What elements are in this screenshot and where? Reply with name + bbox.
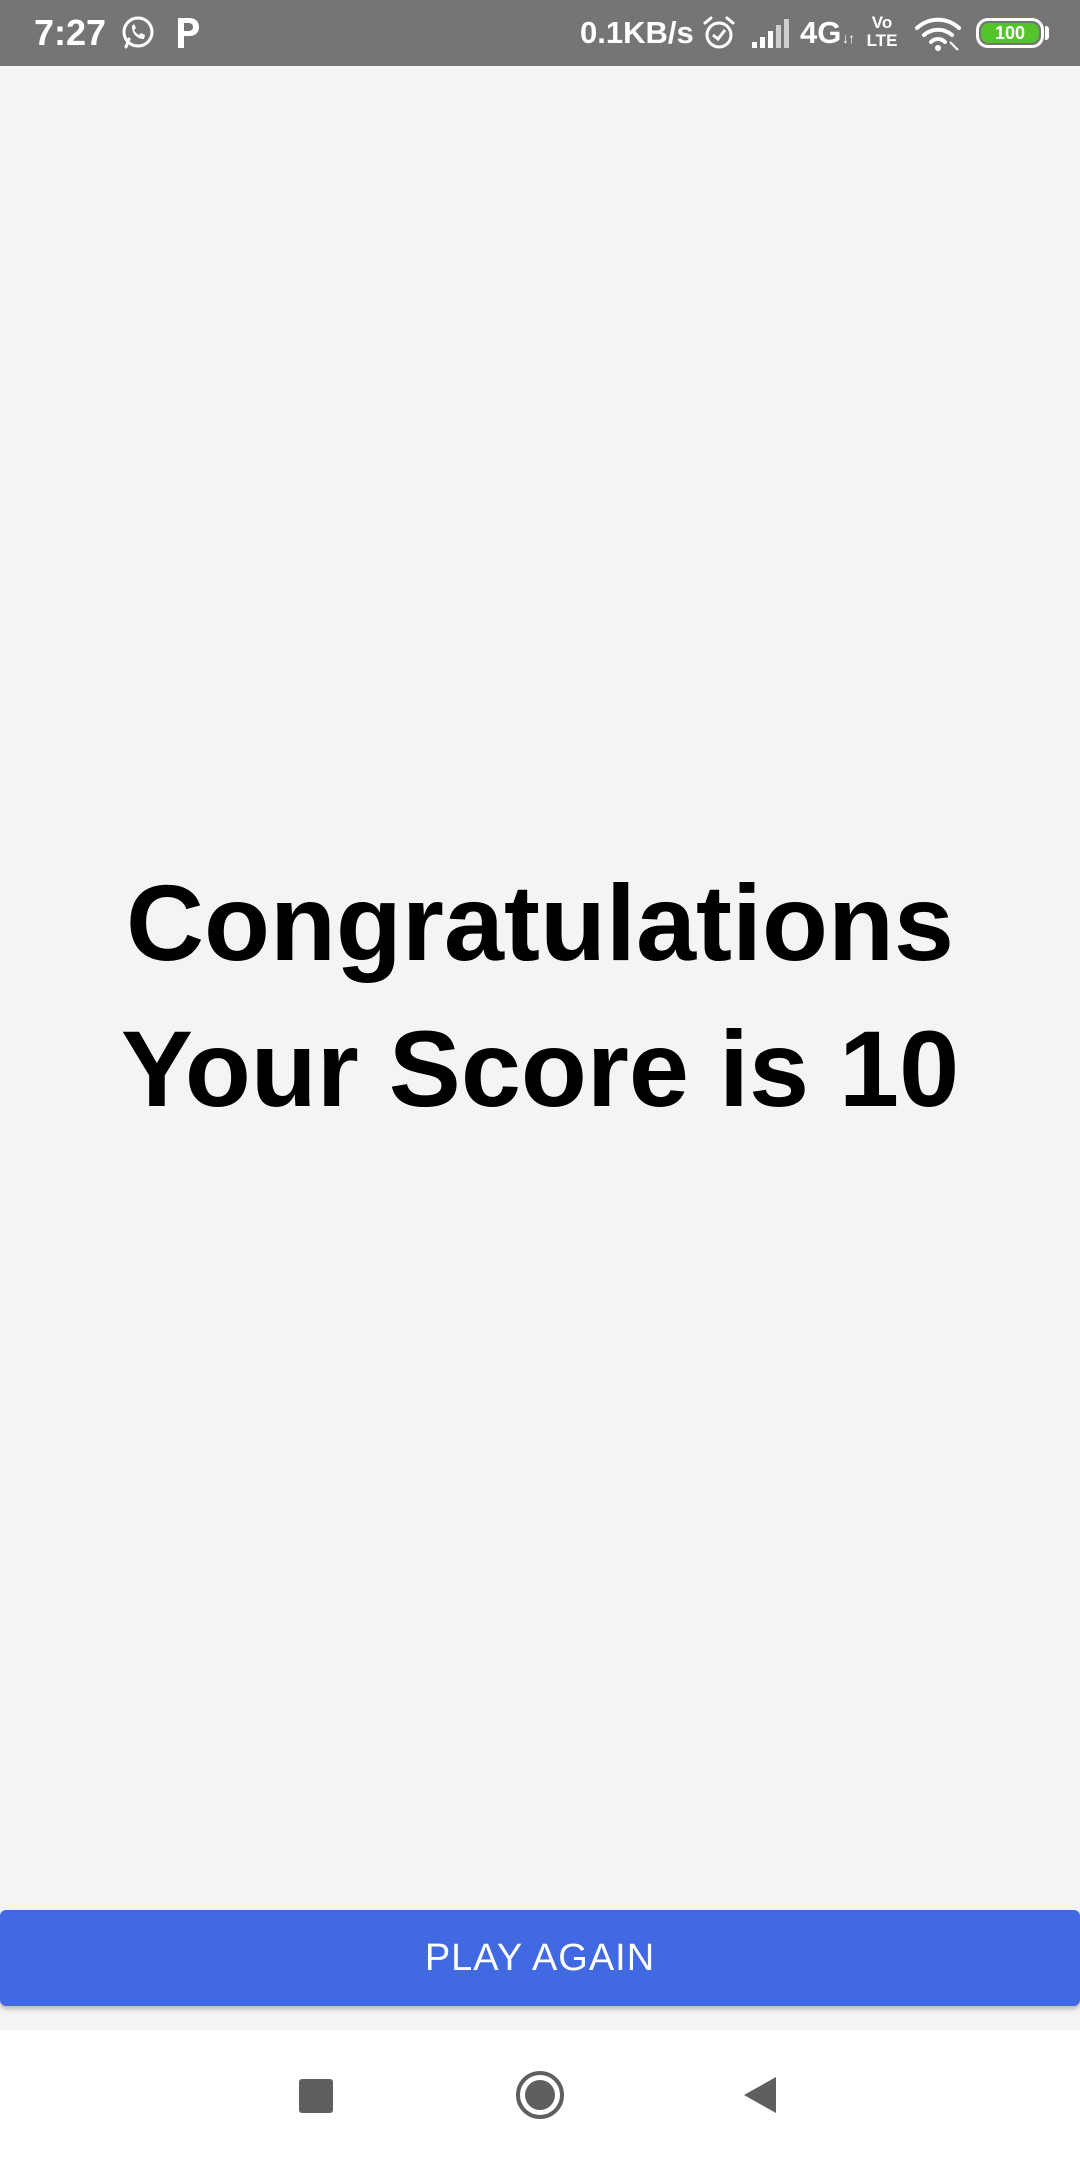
recents-square-icon[interactable] [299, 2079, 333, 2113]
battery-icon: 100 [976, 18, 1044, 48]
home-circle-icon[interactable] [514, 2069, 566, 2121]
data-activity-arrows: ↓↑ [842, 30, 855, 46]
volte-indicator: Vo LTE [864, 14, 900, 50]
battery-tip [1045, 26, 1049, 40]
whatsapp-icon [122, 16, 154, 49]
play-again-button[interactable]: PLAY AGAIN [0, 1910, 1080, 2006]
alarm-icon [703, 16, 735, 49]
volte-line-1: Vo [871, 13, 893, 32]
status-bar: 7:27 0.1KB/s 4G ↓↑ Vo LTE 100 [0, 0, 1080, 66]
signal-icon [752, 19, 789, 48]
status-time: 7:27 [34, 12, 107, 53]
volte-line-2: LTE [866, 31, 898, 50]
navigation-bar [0, 2030, 1080, 2160]
wifi-icon [915, 17, 961, 51]
congratulations-text: Congratulations [126, 862, 954, 983]
battery-level: 100 [981, 23, 1039, 43]
back-triangle-icon[interactable] [742, 2075, 778, 2115]
network-type: 4G [800, 15, 842, 50]
score-text: Your Score is 10 [120, 1008, 960, 1129]
network-speed: 0.1KB/s [580, 15, 694, 50]
paytm-p-icon [178, 18, 199, 48]
